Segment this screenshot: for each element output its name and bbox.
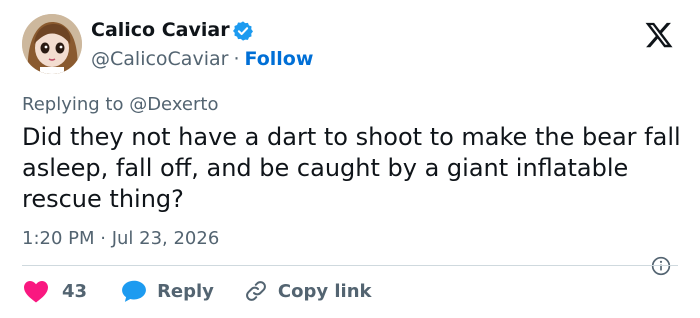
reply-button[interactable]: Reply <box>87 279 214 303</box>
reply-bubble-icon <box>122 280 146 302</box>
copy-link-label: Copy link <box>277 280 372 302</box>
timestamp[interactable]: 1:20 PM · Jul 23, 2026 <box>22 228 219 249</box>
author-meta: @CalicoCaviar · Follow <box>91 48 313 70</box>
avatar-image <box>22 14 82 74</box>
action-bar: 43 Reply Copy link <box>22 279 372 303</box>
meta-separator: · <box>233 48 240 70</box>
verified-badge-icon <box>233 21 253 41</box>
divider <box>22 265 678 266</box>
link-icon <box>246 281 266 301</box>
reply-label: Reply <box>157 280 214 302</box>
author-name[interactable]: Calico Caviar <box>91 19 230 41</box>
author-handle[interactable]: @CalicoCaviar <box>91 48 228 70</box>
avatar[interactable] <box>22 14 82 74</box>
heart-icon <box>24 280 48 303</box>
x-logo-icon[interactable] <box>644 20 674 50</box>
like-button[interactable]: 43 <box>22 279 87 303</box>
info-icon[interactable] <box>651 256 671 276</box>
like-count: 43 <box>62 280 88 302</box>
copy-link-button[interactable]: Copy link <box>214 279 372 303</box>
tweet-text: Did they not have a dart to shoot to mak… <box>22 123 681 213</box>
replying-to[interactable]: Replying to @Dexerto <box>22 94 218 115</box>
follow-button[interactable]: Follow <box>244 48 313 70</box>
